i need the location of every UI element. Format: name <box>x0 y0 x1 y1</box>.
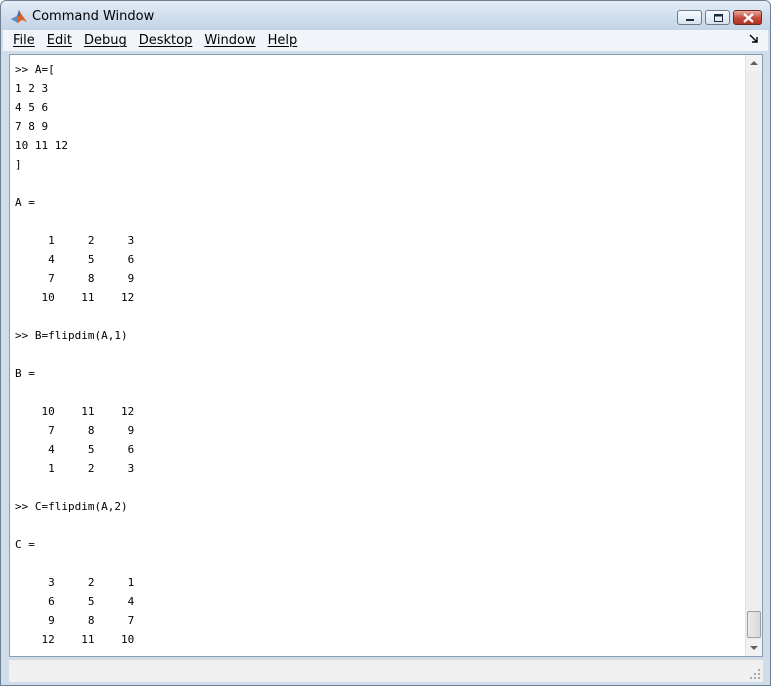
menu-file[interactable]: File <box>3 33 41 48</box>
close-icon <box>743 13 754 23</box>
matlab-logo-icon <box>11 10 27 23</box>
undock-arrow-icon[interactable] <box>749 34 759 44</box>
arrow-up-icon <box>750 61 758 65</box>
arrow-down-icon <box>750 646 758 650</box>
window-title: Command Window <box>32 9 155 24</box>
menu-edit[interactable]: Edit <box>41 33 78 48</box>
minimize-button[interactable] <box>677 10 702 25</box>
resize-grip-icon[interactable] <box>749 668 761 680</box>
command-window: Command Window File Edit Debug Desktop W… <box>0 0 771 686</box>
menu-window[interactable]: Window <box>198 33 261 48</box>
menu-desktop[interactable]: Desktop <box>133 33 199 48</box>
console-pane: >> A=[ 1 2 3 4 5 6 7 8 9 10 11 12 ] A = … <box>9 54 763 657</box>
menu-help[interactable]: Help <box>262 33 304 48</box>
scroll-down-button[interactable] <box>746 640 762 656</box>
menu-bar: File Edit Debug Desktop Window Help <box>3 30 768 51</box>
maximize-icon <box>714 14 723 22</box>
minimize-icon <box>686 19 694 21</box>
console-text: >> A=[ 1 2 3 4 5 6 7 8 9 10 11 12 ] A = … <box>15 63 135 646</box>
scroll-up-button[interactable] <box>746 55 762 71</box>
vertical-scrollbar[interactable] <box>745 55 762 656</box>
menu-debug[interactable]: Debug <box>78 33 133 48</box>
title-bar[interactable]: Command Window <box>1 1 770 30</box>
maximize-button[interactable] <box>705 10 730 25</box>
console-output[interactable]: >> A=[ 1 2 3 4 5 6 7 8 9 10 11 12 ] A = … <box>10 55 745 656</box>
scrollbar-thumb[interactable] <box>747 611 761 638</box>
close-button[interactable] <box>733 10 762 25</box>
status-bar <box>9 659 763 682</box>
